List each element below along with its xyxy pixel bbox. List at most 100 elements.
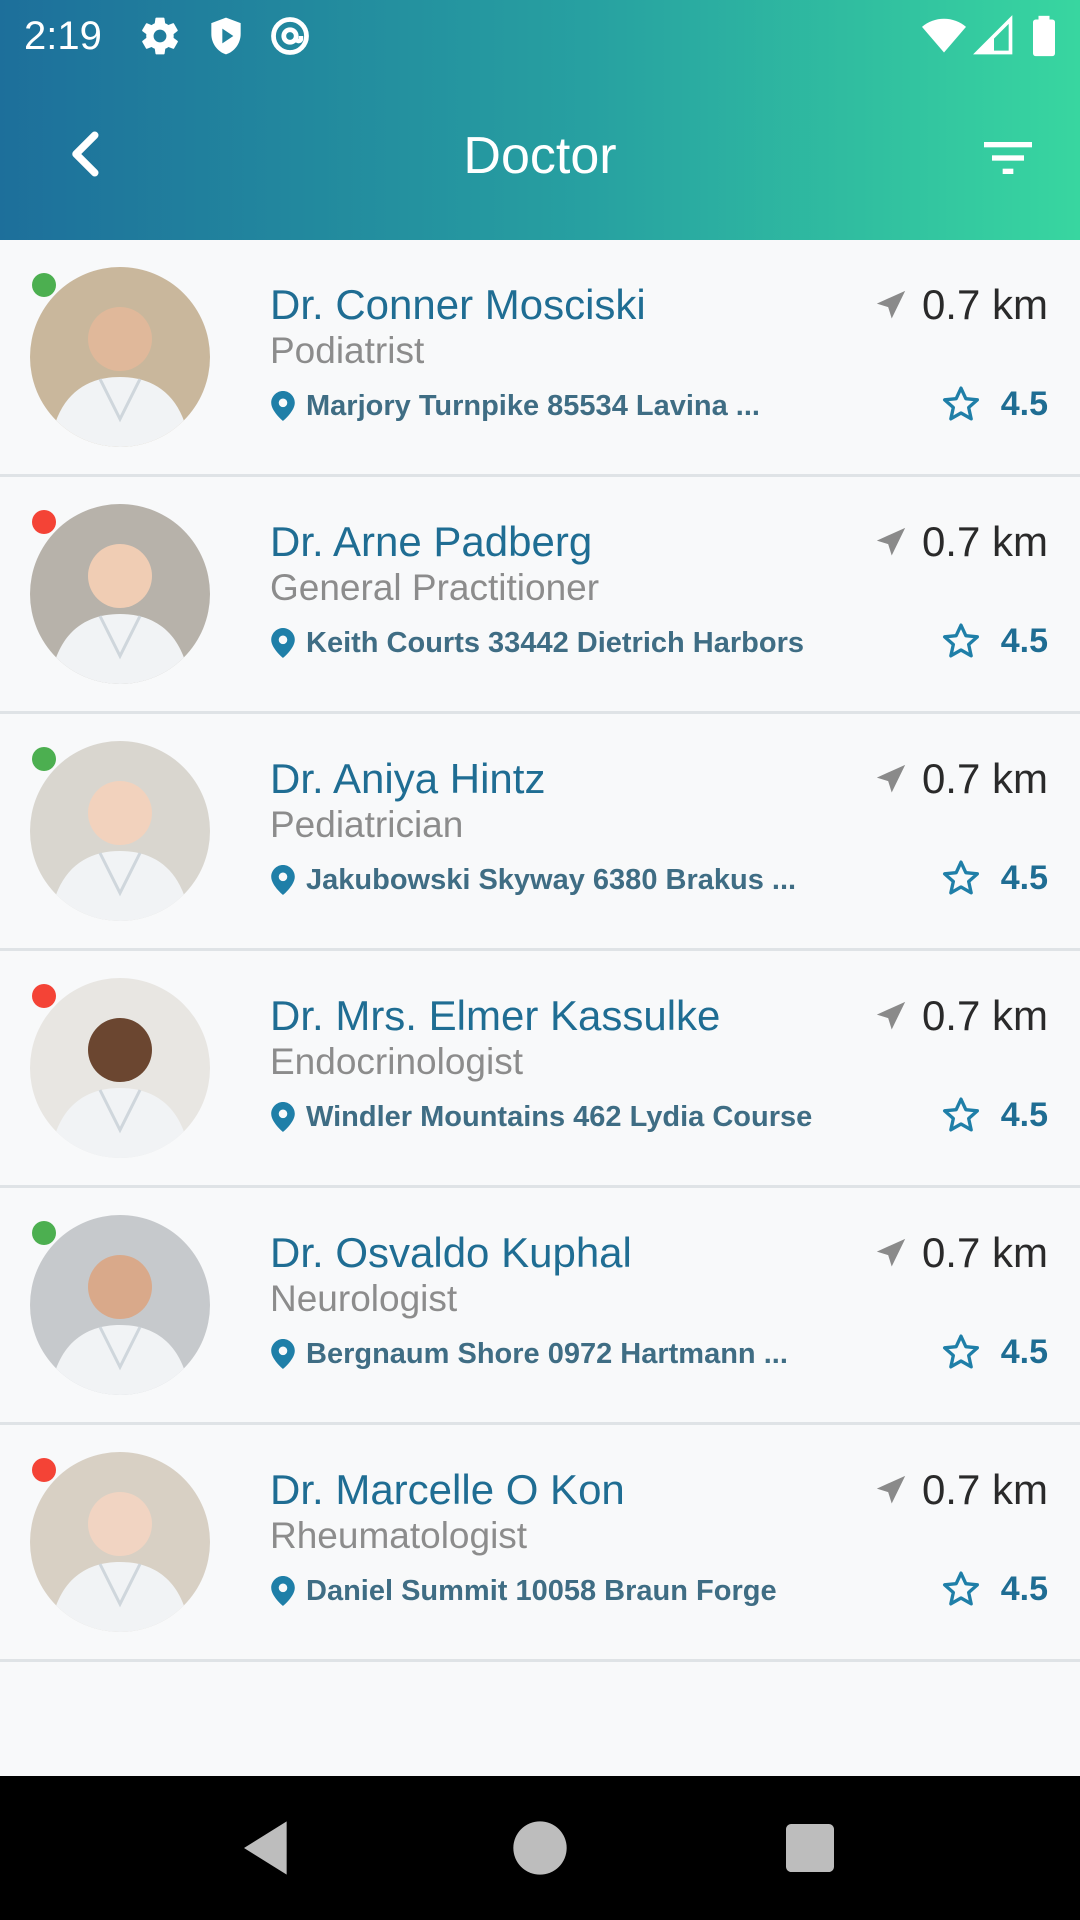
distance-value: 0.7 km (921, 281, 1048, 328)
rating: 4.5 (941, 382, 1048, 426)
home-circle-icon[interactable] (508, 1816, 572, 1880)
navigation-arrow-icon (876, 1238, 906, 1267)
address-text: Marjory Turnpike 85534 Lavina ... (306, 390, 760, 422)
doctor-address: Daniel Summit 10058 Braun Forge (270, 1573, 830, 1609)
location-pin-icon (271, 1339, 295, 1369)
star-icon (942, 386, 979, 421)
rating-value: 4.5 (1000, 622, 1048, 660)
distance-value: 0.7 km (921, 1466, 1048, 1513)
doctor-list-item[interactable]: Dr. Aniya Hintz Pediatrician Jakubowski … (0, 714, 1080, 951)
star-icon (942, 1334, 979, 1369)
navigation-arrow-icon (876, 527, 906, 556)
doctor-photo (30, 504, 210, 684)
doctor-name: Dr. Conner Mosciski (270, 281, 646, 328)
screen: 2:19 Doctor Dr. Conner Mosciski Podiatri… (0, 0, 1080, 1920)
avatar (30, 1215, 210, 1395)
app-bar: Doctor (0, 72, 1080, 240)
address-text: Keith Courts 33442 Dietrich Harbors (306, 627, 804, 659)
doctor-list-item[interactable]: Dr. Mrs. Elmer Kassulke Endocrinologist … (0, 951, 1080, 1188)
doctor-address: Windler Mountains 462 Lydia Course (270, 1099, 830, 1135)
online-status-dot (32, 1221, 56, 1245)
distance: 0.7 km (874, 991, 1048, 1041)
back-triangle-icon[interactable] (236, 1816, 300, 1880)
filter-icon[interactable] (976, 126, 1040, 190)
signal-icon (973, 15, 1013, 55)
doctor-list-item[interactable]: Dr. Arne Padberg General Practitioner Ke… (0, 477, 1080, 714)
online-status-dot (32, 984, 56, 1008)
online-status-dot (32, 747, 56, 771)
doctor-list-item[interactable]: Dr. Osvaldo Kuphal Neurologist Bergnaum … (0, 1188, 1080, 1425)
rating: 4.5 (941, 619, 1048, 663)
header: 2:19 Doctor (0, 0, 1080, 240)
navigation-arrow-icon (876, 290, 906, 319)
location-pin-icon (271, 865, 295, 895)
distance: 0.7 km (874, 754, 1048, 804)
doctor-address: Jakubowski Skyway 6380 Brakus ... (270, 862, 830, 898)
page-title: Doctor (463, 127, 617, 185)
distance-value: 0.7 km (921, 992, 1048, 1039)
doctor-list-item[interactable]: Dr. Conner Mosciski Podiatrist Marjory T… (0, 240, 1080, 477)
shield-play-icon (211, 17, 241, 55)
star-icon (942, 623, 979, 658)
online-status-dot (32, 510, 56, 534)
doctor-name: Dr. Osvaldo Kuphal (270, 1229, 632, 1276)
distance-value: 0.7 km (921, 755, 1048, 802)
distance: 0.7 km (874, 1228, 1048, 1278)
address-text: Windler Mountains 462 Lydia Course (306, 1101, 813, 1133)
at-sign-icon (271, 17, 309, 55)
doctor-list-item[interactable]: Dr. Marcelle O Kon Rheumatologist Daniel… (0, 1425, 1080, 1662)
doctor-specialty: Neurologist (270, 1278, 458, 1319)
rating-value: 4.5 (1000, 1570, 1048, 1608)
doctor-address: Marjory Turnpike 85534 Lavina ... (270, 388, 830, 424)
avatar (30, 741, 210, 921)
recents-square-icon[interactable] (778, 1816, 842, 1880)
distance: 0.7 km (874, 280, 1048, 330)
doctor-photo (30, 741, 210, 921)
doctor-name: Dr. Arne Padberg (270, 518, 593, 565)
distance-value: 0.7 km (921, 518, 1048, 565)
rating-value: 4.5 (1000, 859, 1048, 897)
rating: 4.5 (941, 1330, 1048, 1374)
star-icon (942, 1571, 979, 1606)
rating: 4.5 (941, 1093, 1048, 1137)
doctor-specialty: Endocrinologist (270, 1041, 523, 1082)
online-status-dot (32, 273, 56, 297)
status-time: 2:19 (24, 14, 102, 58)
status-bar: 2:19 (0, 0, 1080, 72)
doctor-name: Dr. Aniya Hintz (270, 755, 546, 802)
rating-value: 4.5 (1000, 1096, 1048, 1134)
doctor-list: Dr. Conner Mosciski Podiatrist Marjory T… (0, 240, 1080, 1662)
address-text: Bergnaum Shore 0972 Hartmann ... (306, 1338, 788, 1370)
doctor-specialty: Pediatrician (270, 804, 464, 845)
doctor-address: Bergnaum Shore 0972 Hartmann ... (270, 1336, 830, 1372)
doctor-specialty: Podiatrist (270, 330, 425, 371)
location-pin-icon (271, 391, 295, 421)
doctor-photo (30, 1215, 210, 1395)
rating-value: 4.5 (1000, 385, 1048, 423)
doctor-specialty: General Practitioner (270, 567, 600, 608)
location-pin-icon (271, 628, 295, 658)
avatar (30, 267, 210, 447)
system-nav-bar (0, 1776, 1080, 1920)
distance-value: 0.7 km (921, 1229, 1048, 1276)
star-icon (942, 860, 979, 895)
gear-icon (142, 17, 178, 55)
star-icon (942, 1097, 979, 1132)
avatar (30, 1452, 210, 1632)
avatar (30, 504, 210, 684)
distance: 0.7 km (874, 1465, 1048, 1515)
doctor-photo (30, 978, 210, 1158)
doctor-name: Dr. Mrs. Elmer Kassulke (270, 992, 721, 1039)
wifi-icon (922, 18, 966, 53)
location-pin-icon (271, 1102, 295, 1132)
online-status-dot (32, 1458, 56, 1482)
battery-icon (1033, 15, 1055, 57)
distance: 0.7 km (874, 517, 1048, 567)
doctor-photo (30, 1452, 210, 1632)
avatar (30, 978, 210, 1158)
rating: 4.5 (941, 1567, 1048, 1611)
navigation-arrow-icon (876, 1001, 906, 1030)
doctor-name: Dr. Marcelle O Kon (270, 1466, 625, 1513)
address-text: Jakubowski Skyway 6380 Brakus ... (306, 864, 797, 896)
doctor-photo (30, 267, 210, 447)
